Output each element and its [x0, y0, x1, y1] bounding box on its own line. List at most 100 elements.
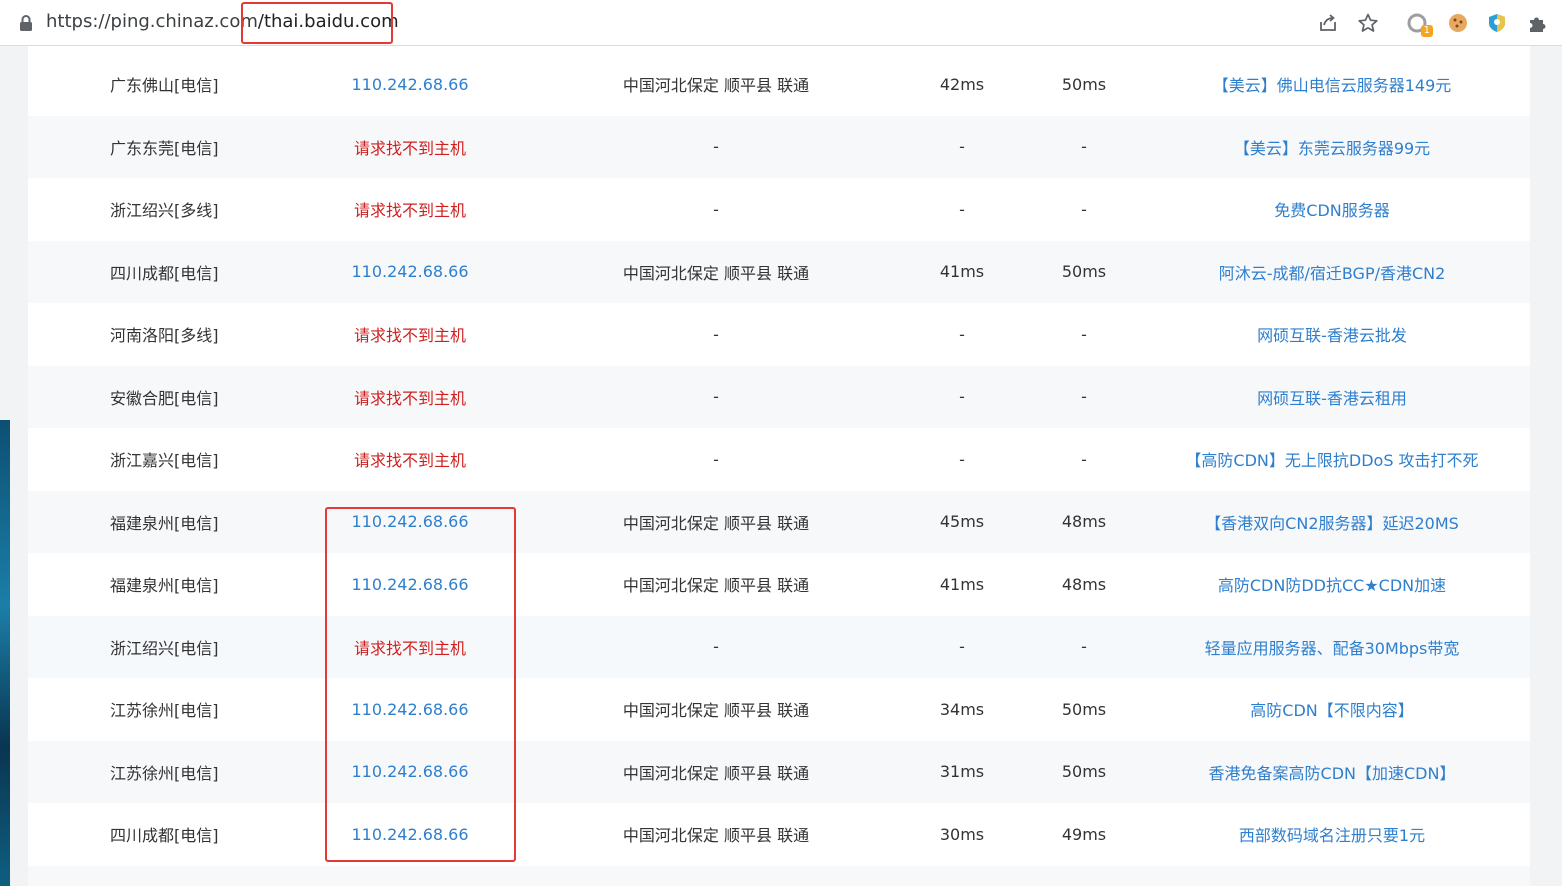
puzzle-icon[interactable] [1525, 11, 1549, 35]
table-row: 浙江绍兴[多线] 请求找不到主机 - - - 免费CDN服务器 [28, 178, 1530, 241]
table-row: 江苏徐州[电信] 110.242.68.66 中国河北保定 顺平县 联通 34ms 50… [28, 678, 1530, 741]
error-text: 请求找不到主机 [353, 451, 466, 471]
ttl-time-cell: 50ms [1061, 699, 1107, 719]
location-cell: 河南洛阳[多线] [110, 326, 219, 346]
response-time-cell: - [959, 387, 965, 407]
ad-link[interactable]: 免费CDN服务器 [1158, 178, 1506, 241]
geo-cell: 中国河北保定 顺平县 联通 [622, 76, 810, 96]
response-time-cell: 41ms [939, 574, 985, 594]
table-row: 福建泉州[电信] 110.242.68.66 中国河北保定 顺平县 联通 41ms 48… [28, 553, 1530, 616]
geo-cell: 中国河北保定 顺平县 联通 [622, 701, 810, 721]
response-time-cell: - [959, 324, 965, 344]
ttl-time-cell: 50ms [1061, 762, 1107, 782]
response-time-cell: 31ms [939, 762, 985, 782]
shield-extension-icon[interactable] [1485, 11, 1509, 35]
geo-cell: - [713, 637, 719, 657]
geo-cell: - [713, 387, 719, 407]
response-time-cell: - [959, 137, 965, 157]
location-cell: 江苏徐州[电信] [110, 763, 219, 783]
table-row: 四川成都[电信] 110.242.68.66 中国河北保定 顺平县 联通 30ms 49… [28, 803, 1530, 866]
ad-link[interactable]: 网硕互联-香港云租用 [1158, 366, 1506, 429]
geo-cell: 中国河北保定 顺平县 联通 [622, 826, 810, 846]
response-time-cell: - [959, 637, 965, 657]
geo-cell: 中国河北保定 顺平县 联通 [622, 263, 810, 283]
ad-link[interactable]: 西部数码域名注册只要1元 [1158, 803, 1506, 866]
response-time-cell: 30ms [939, 824, 985, 844]
location-cell: 四川成都[电信] [110, 263, 219, 283]
table-row: 四川成都[电信] 110.242.68.66 中国河北保定 顺平县 联通 41ms 50… [28, 240, 1530, 304]
response-time-cell: 42ms [939, 74, 985, 94]
error-text: 请求找不到主机 [353, 388, 466, 408]
ttl-time-cell: - [1081, 324, 1087, 344]
ttl-time-cell: - [1081, 387, 1087, 407]
ad-link[interactable]: 网硕互联-香港云批发 [1158, 303, 1506, 366]
ttl-time-cell: - [1081, 449, 1087, 469]
table-bottom [28, 866, 1530, 886]
error-text: 请求找不到主机 [353, 138, 466, 158]
location-cell: 福建泉州[电信] [110, 576, 219, 596]
geo-cell: 中国河北保定 顺平县 联通 [622, 513, 810, 533]
ip-link[interactable]: 110.242.68.66 [310, 53, 510, 116]
response-time-cell: - [959, 199, 965, 219]
table-row: 广东佛山[电信] 110.242.68.66 中国河北保定 顺平县 联通 42ms 50… [28, 53, 1530, 116]
ad-link[interactable]: 【高防CDN】无上限抗DDoS 攻击打不死 [1158, 428, 1506, 491]
geo-cell: 中国河北保定 顺平县 联通 [622, 576, 810, 596]
ttl-time-cell: 48ms [1061, 574, 1107, 594]
ip-link[interactable]: 110.242.68.66 [310, 241, 510, 304]
table-row: 河南洛阳[多线] 请求找不到主机 - - - 网硕互联-香港云批发 [28, 303, 1530, 366]
ttl-time-cell: 48ms [1061, 512, 1107, 532]
cookie-icon[interactable] [1446, 11, 1470, 35]
lock-icon[interactable] [18, 14, 34, 32]
ad-link[interactable]: 轻量应用服务器、配备30Mbps带宽 [1158, 616, 1506, 679]
ad-link[interactable]: 【美云】东莞云服务器99元 [1158, 116, 1506, 179]
ip-link[interactable]: 110.242.68.66 [310, 553, 510, 616]
table-row: 安徽合肥[电信] 请求找不到主机 - - - 网硕互联-香港云租用 [28, 365, 1530, 429]
ad-link[interactable]: 香港免备案高防CDN【加速CDN】 [1158, 741, 1506, 804]
location-cell: 四川成都[电信] [110, 826, 219, 846]
ad-link[interactable]: 阿沐云-成都/宿迁BGP/香港CN2 [1158, 241, 1506, 304]
error-text: 请求找不到主机 [353, 201, 466, 221]
star-icon[interactable] [1356, 11, 1380, 35]
response-time-cell: 45ms [939, 512, 985, 532]
location-cell: 福建泉州[电信] [110, 513, 219, 533]
response-time-cell: 41ms [939, 262, 985, 282]
geo-cell: - [713, 324, 719, 344]
table-row: 江苏徐州[电信] 110.242.68.66 中国河北保定 顺平县 联通 31ms 50… [28, 740, 1530, 804]
ttl-time-cell: 49ms [1061, 824, 1107, 844]
ad-link[interactable]: 【美云】佛山电信云服务器149元 [1158, 53, 1506, 116]
response-time-cell: - [959, 449, 965, 469]
table-row: 浙江嘉兴[电信] 请求找不到主机 - - - 【高防CDN】无上限抗DDoS 攻击打不死 [28, 428, 1530, 491]
ttl-time-cell: 50ms [1061, 262, 1107, 282]
ip-link[interactable]: 110.242.68.66 [310, 803, 510, 866]
ttl-time-cell: - [1081, 137, 1087, 157]
ip-link[interactable]: 110.242.68.66 [310, 678, 510, 741]
geo-cell: - [713, 137, 719, 157]
geo-cell: 中国河北保定 顺平县 联通 [622, 763, 810, 783]
ip-link[interactable]: 110.242.68.66 [310, 491, 510, 554]
location-cell: 浙江绍兴[多线] [110, 201, 219, 221]
desktop-background [0, 420, 10, 886]
ad-link[interactable]: 高防CDN防DD抗CC★CDN加速 [1158, 553, 1506, 616]
url-host: https://ping.chinaz.com [46, 11, 258, 32]
table-body: 广东佛山[电信] 110.242.68.66 中国河北保定 顺平县 联通 42ms 50… [28, 53, 1530, 866]
ad-link[interactable]: 高防CDN【不限内容】 [1158, 678, 1506, 741]
ttl-time-cell: - [1081, 199, 1087, 219]
table-row: 广东东莞[电信] 请求找不到主机 - - - 【美云】东莞云服务器99元 [28, 115, 1530, 179]
url-annotation-box [241, 2, 393, 44]
geo-cell: - [713, 449, 719, 469]
table-row: 福建泉州[电信] 110.242.68.66 中国河北保定 顺平县 联通 45ms 48… [28, 490, 1530, 554]
location-cell: 浙江绍兴[电信] [110, 638, 219, 658]
geo-cell: - [713, 199, 719, 219]
table-row: 浙江绍兴[电信] 请求找不到主机 - - - 轻量应用服务器、配备30Mbps带宽 [28, 615, 1530, 679]
ad-link[interactable]: 【香港双向CN2服务器】延迟20MS [1158, 491, 1506, 554]
ping-results-table: 广东佛山[电信] 110.242.68.66 中国河北保定 顺平县 联通 42ms 50… [28, 46, 1530, 886]
extension-badge: 1 [1420, 25, 1433, 37]
location-cell: 广东佛山[电信] [110, 76, 219, 96]
extension-ping-icon[interactable]: 1 [1405, 11, 1433, 37]
share-icon[interactable] [1316, 11, 1340, 35]
browser-toolbar: https://ping.chinaz.com/thai.baidu.com 1 [0, 0, 1562, 46]
location-cell: 江苏徐州[电信] [110, 701, 219, 721]
location-cell: 浙江嘉兴[电信] [110, 451, 219, 471]
error-text: 请求找不到主机 [353, 326, 466, 346]
ip-link[interactable]: 110.242.68.66 [310, 741, 510, 804]
